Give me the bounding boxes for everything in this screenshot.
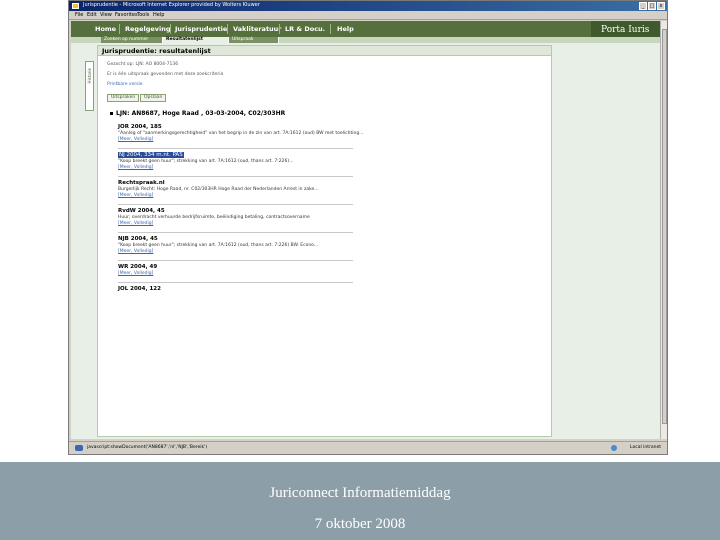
scrollbar-thumb[interactable]: [662, 29, 667, 424]
tab-zoeken-op-nummer[interactable]: Zoeken op nummer: [101, 37, 163, 43]
menu-edit[interactable]: Edit: [87, 12, 97, 18]
history-side-tab[interactable]: Historie: [85, 61, 94, 111]
source-item: JOR 2004, 185 "Aanleg of "aanmerkingsger…: [118, 124, 398, 142]
divider: [118, 282, 353, 283]
browser-window: Jurisprudentie - Microsoft Internet Expl…: [68, 0, 668, 455]
globe-icon: [611, 445, 617, 451]
nav-separator: [330, 24, 331, 34]
source-name-selected[interactable]: NJ 2004, 334 m.nt. PAS: [118, 152, 184, 158]
history-side-tab-label: Historie: [87, 68, 92, 84]
source-description: "Koop breekt geen huur"; strekking van a…: [118, 159, 294, 164]
menu-help[interactable]: Help: [153, 12, 164, 18]
slide-footer: Juriconnect Informatiemiddag 7 oktober 2…: [0, 462, 720, 540]
source-description: "Aanleg of "aanmerkingsgerechtigheid" va…: [118, 131, 364, 136]
nav-separator: [119, 24, 120, 34]
nav-home[interactable]: Home: [95, 25, 116, 33]
vertical-scrollbar[interactable]: [660, 21, 667, 439]
bullet-icon: [110, 112, 113, 115]
title-bar: Jurisprudentie - Microsoft Internet Expl…: [69, 1, 667, 11]
nav-separator: [279, 24, 280, 34]
source-name[interactable]: WR 2004, 49: [118, 264, 398, 270]
menu-file[interactable]: File: [75, 12, 83, 18]
menu-favorites[interactable]: Favorites: [115, 12, 138, 18]
printable-version-link[interactable]: Printbare versie: [107, 82, 143, 87]
source-item: Rechtspraak.nl Burgerlijk Recht: Hoge Ra…: [118, 180, 398, 198]
minimize-button[interactable]: _: [639, 2, 647, 10]
source-links[interactable]: [Meer, Volledig]: [118, 249, 398, 254]
status-bar: javascript:showDocument('AN8687','nl','N…: [69, 441, 667, 454]
nav-separator: [170, 24, 171, 34]
nav-help[interactable]: Help: [337, 25, 354, 33]
page-title: Jurisprudentie: resultatenlijst: [102, 47, 211, 55]
nav-separator: [227, 24, 228, 34]
sub-tabs: Zoeken op nummer Resultatenlijst Uitspra…: [71, 37, 665, 43]
menu-bar: File Edit View Favorites Tools Help: [69, 11, 667, 20]
source-links[interactable]: [Meer, Volledig]: [118, 271, 398, 276]
source-item: RvdW 2004, 45 Huur; overdracht verhuurde…: [118, 208, 398, 226]
tab-resultatenlijst[interactable]: Resultatenlijst: [163, 37, 229, 43]
uitspraken-button[interactable]: Uitspraken: [107, 94, 140, 102]
main-navigation: Home Regelgeving Jurisprudentie Vakliter…: [71, 21, 665, 40]
panel-header: Jurisprudentie: resultatenlijst: [98, 46, 551, 56]
source-description: "Koop breekt geen huur"; strekking van a…: [118, 243, 319, 248]
source-links[interactable]: [Meer, Volledig]: [118, 137, 398, 142]
divider: [118, 204, 353, 205]
close-button[interactable]: x: [657, 2, 665, 10]
source-item: NJ 2004, 334 m.nt. PAS "Koop breekt geen…: [118, 152, 398, 170]
divider: [118, 148, 353, 149]
source-links[interactable]: [Meer, Volledig]: [118, 221, 398, 226]
nav-regelgeving[interactable]: Regelgeving: [125, 25, 171, 33]
window-title: Jurisprudentie - Microsoft Internet Expl…: [83, 2, 260, 8]
source-name[interactable]: JOL 2004, 122: [118, 286, 398, 292]
footer-title: Juriconnect Informatiemiddag: [269, 485, 451, 501]
source-name[interactable]: NJB 2004, 45: [118, 236, 398, 242]
source-links[interactable]: [Meer, Volledig]: [118, 165, 398, 170]
result-count-text: Er is één uitspraak gevonden met deze zo…: [107, 72, 224, 77]
result-title-text: LJN: AN8687, Hoge Raad , 03-03-2004, C02…: [116, 110, 286, 117]
nav-vakliteratuur[interactable]: Vakliteratuur: [233, 25, 282, 33]
source-item: NJB 2004, 45 "Koop breekt geen huur"; st…: [118, 236, 398, 254]
result-title[interactable]: LJN: AN8687, Hoge Raad , 03-03-2004, C02…: [110, 110, 285, 117]
source-name[interactable]: JOR 2004, 185: [118, 124, 398, 130]
security-zone: Local intranet: [630, 445, 661, 450]
status-text: javascript:showDocument('AN8687','nl','N…: [87, 445, 208, 450]
source-item: JOL 2004, 122: [118, 286, 398, 292]
results-panel: Jurisprudentie: resultatenlijst Gezocht …: [97, 45, 552, 437]
footer-date: 7 oktober 2008: [314, 516, 406, 532]
menu-view[interactable]: View: [100, 12, 112, 18]
source-description: Huur; overdracht verhuurde bedrijfsruimt…: [118, 215, 310, 220]
internet-explorer-icon: [72, 3, 79, 9]
source-item: WR 2004, 49 [Meer, Volledig]: [118, 264, 398, 276]
window-controls: _ □ x: [639, 2, 665, 10]
nav-jurisprudentie[interactable]: Jurisprudentie: [175, 25, 227, 33]
tab-uitspraak[interactable]: Uitspraak: [229, 37, 279, 43]
divider: [118, 176, 353, 177]
divider: [118, 232, 353, 233]
source-description: Burgerlijk Recht: Hoge Raad, nr. C02/303…: [118, 187, 319, 192]
nav-lr-docu[interactable]: LR & Docu.: [285, 25, 325, 33]
source-name[interactable]: Rechtspraak.nl: [118, 180, 398, 186]
web-page: Home Regelgeving Jurisprudentie Vakliter…: [71, 21, 665, 439]
source-name[interactable]: RvdW 2004, 45: [118, 208, 398, 214]
maximize-button[interactable]: □: [648, 2, 656, 10]
menu-tools[interactable]: Tools: [137, 12, 149, 18]
search-criteria-text: Gezocht op: LJN: AO 8004-7136: [107, 62, 179, 67]
opslaan-button[interactable]: Opslaan: [140, 94, 167, 102]
divider: [118, 260, 353, 261]
source-links[interactable]: [Meer, Volledig]: [118, 193, 398, 198]
page-icon: [75, 445, 83, 451]
